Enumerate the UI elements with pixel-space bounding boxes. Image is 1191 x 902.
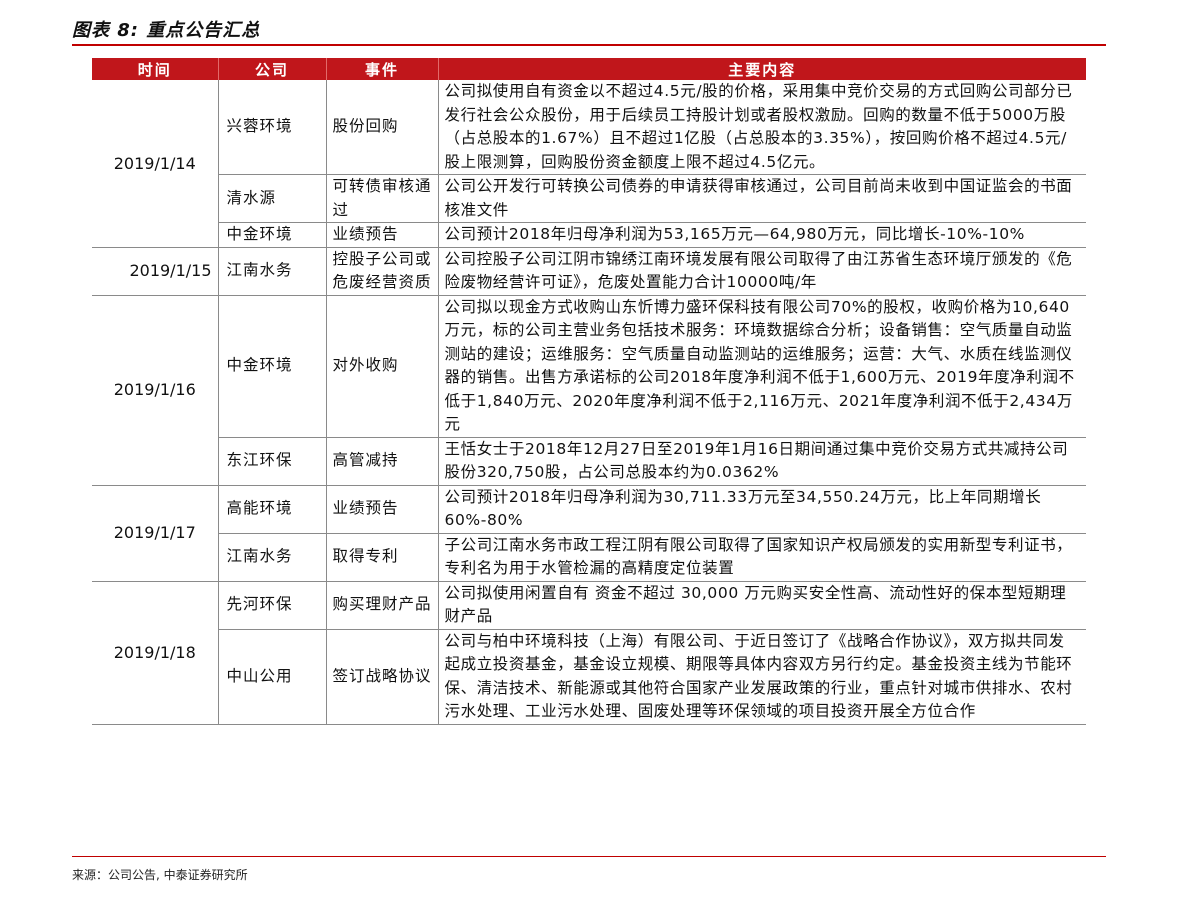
content-cell: 公司拟使用自有资金以不超过4.5元/股的价格，采用集中竞价交易的方式回购公司部分… bbox=[438, 80, 1086, 175]
date-cell: 2019/1/14 bbox=[92, 80, 219, 248]
content-cell: 公司与柏中环境科技（上海）有限公司、于近日签订了《战略合作协议》，双方拟共同发起… bbox=[438, 629, 1086, 725]
company-cell: 中金环境 bbox=[218, 295, 327, 438]
company-cell: 高能环境 bbox=[218, 485, 327, 534]
table-row: 2019/1/18 先河环保 购买理财产品 公司拟使用闲置自有 资金不超过 30… bbox=[92, 581, 1086, 725]
figure-caption: 图表 8: 重点公告汇总 bbox=[72, 20, 261, 41]
event-cell: 对外收购 bbox=[326, 295, 439, 438]
event-cell: 购买理财产品 bbox=[326, 581, 439, 630]
bottom-rule bbox=[72, 856, 1106, 857]
company-cell: 先河环保 bbox=[218, 581, 327, 630]
table-row: 中金环境 业绩预告 公司预计2018年归母净利润为53,165万元—64,980… bbox=[92, 222, 1086, 248]
content-cell: 公司控股子公司江阴市锦绣江南环境发展有限公司取得了由江苏省生态环境厅颁发的《危险… bbox=[438, 247, 1086, 296]
table-row: 2019/1/14 兴蓉环境 股份回购 公司拟使用自有资金以不超过4.5元/股的… bbox=[92, 80, 1086, 248]
header-content: 主要内容 bbox=[438, 58, 1086, 80]
content-cell: 公司预计2018年归母净利润为53,165万元—64,980万元，同比增长-10… bbox=[438, 222, 1086, 248]
announcements-table: 时间 公司 事件 主要内容 2019/1/14 兴蓉环境 股份回购 公司拟使用自… bbox=[92, 58, 1086, 725]
table-row: 清水源 可转债审核通过 公司公开发行可转换公司债券的申请获得审核通过，公司目前尚… bbox=[92, 174, 1086, 223]
event-cell: 签订战略协议 bbox=[326, 629, 439, 725]
table-row: 2019/1/15 江南水务 控股子公司或危废经营资质 公司控股子公司江阴市锦绣… bbox=[92, 247, 1086, 296]
event-cell: 可转债审核通过 bbox=[326, 174, 439, 223]
company-cell: 东江环保 bbox=[218, 437, 327, 486]
company-cell: 中金环境 bbox=[218, 222, 327, 248]
table-row: 中山公用 签订战略协议 公司与柏中环境科技（上海）有限公司、于近日签订了《战略合… bbox=[92, 629, 1086, 725]
source-note: 来源：公司公告, 中泰证券研究所 bbox=[72, 868, 248, 882]
company-cell: 清水源 bbox=[218, 174, 327, 223]
table-row: 2019/1/17 高能环境 业绩预告 公司预计2018年归母净利润为30,71… bbox=[92, 485, 1086, 582]
content-cell: 子公司江南水务市政工程江阴有限公司取得了国家知识产权局颁发的实用新型专利证书，专… bbox=[438, 533, 1086, 582]
event-cell: 控股子公司或危废经营资质 bbox=[326, 247, 439, 296]
date-cell: 2019/1/16 bbox=[92, 295, 219, 486]
header-company: 公司 bbox=[218, 58, 327, 80]
table-row: 东江环保 高管减持 王恬女士于2018年12月27日至2019年1月16日期间通… bbox=[92, 437, 1086, 486]
company-cell: 江南水务 bbox=[218, 247, 327, 296]
event-cell: 高管减持 bbox=[326, 437, 439, 486]
table-row: 2019/1/16 中金环境 对外收购 公司拟以现金方式收购山东忻博力盛环保科技… bbox=[92, 295, 1086, 486]
event-cell: 股份回购 bbox=[326, 80, 439, 175]
content-cell: 公司拟以现金方式收购山东忻博力盛环保科技有限公司70%的股权，收购价格为10,6… bbox=[438, 295, 1086, 438]
content-cell: 王恬女士于2018年12月27日至2019年1月16日期间通过集中竞价交易方式共… bbox=[438, 437, 1086, 486]
date-cell: 2019/1/15 bbox=[92, 247, 219, 296]
table-row: 江南水务 取得专利 子公司江南水务市政工程江阴有限公司取得了国家知识产权局颁发的… bbox=[92, 533, 1086, 582]
header-time: 时间 bbox=[92, 58, 219, 80]
date-cell: 2019/1/18 bbox=[92, 581, 219, 725]
event-cell: 业绩预告 bbox=[326, 222, 439, 248]
table-header-row: 时间 公司 事件 主要内容 bbox=[92, 58, 1086, 80]
company-cell: 江南水务 bbox=[218, 533, 327, 582]
event-cell: 取得专利 bbox=[326, 533, 439, 582]
content-cell: 公司拟使用闲置自有 资金不超过 30,000 万元购买安全性高、流动性好的保本型… bbox=[438, 581, 1086, 630]
header-event: 事件 bbox=[326, 58, 439, 80]
content-cell: 公司预计2018年归母净利润为30,711.33万元至34,550.24万元，比… bbox=[438, 485, 1086, 534]
content-cell: 公司公开发行可转换公司债券的申请获得审核通过，公司目前尚未收到中国证监会的书面核… bbox=[438, 174, 1086, 223]
company-cell: 兴蓉环境 bbox=[218, 80, 327, 175]
top-rule bbox=[72, 44, 1106, 46]
event-cell: 业绩预告 bbox=[326, 485, 439, 534]
date-cell: 2019/1/17 bbox=[92, 485, 219, 582]
company-cell: 中山公用 bbox=[218, 629, 327, 725]
